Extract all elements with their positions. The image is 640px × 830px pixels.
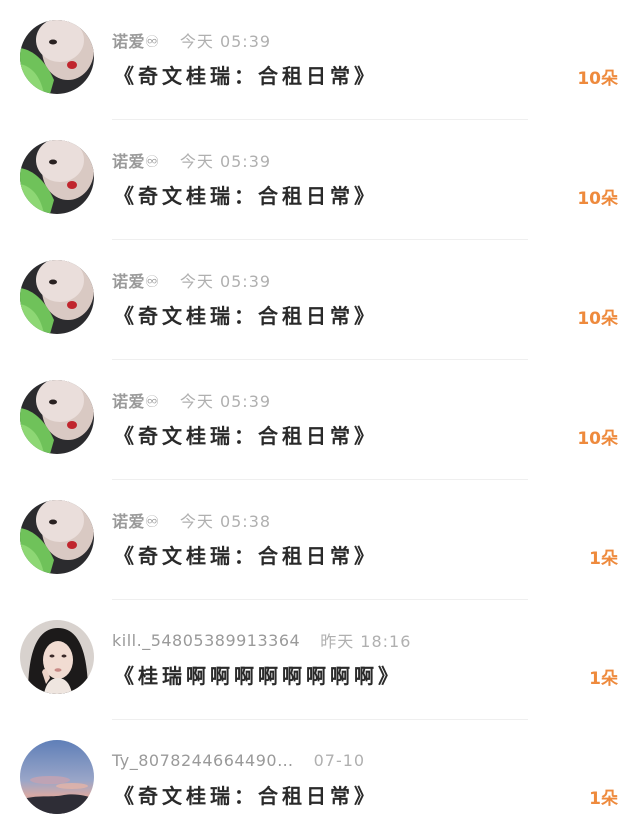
list-item[interactable]: 诺爱♾ 今天 05:38 《奇文桂瑞：合租日常》 1朵: [0, 480, 640, 600]
flower-count: 1朵: [589, 669, 618, 689]
list-item[interactable]: 诺爱♾ 今天 05:39 《奇文桂瑞：合租日常》 10朵: [0, 240, 640, 360]
dusk-sky-avatar-image: [20, 740, 94, 814]
sender-name[interactable]: Ty_8078244664490…: [112, 751, 294, 770]
gift-time: 07-10: [313, 750, 366, 770]
gift-time: 今天 05:39: [179, 272, 272, 291]
flower-count: 1朵: [589, 789, 618, 809]
sender-name[interactable]: 诺爱♾: [112, 148, 160, 172]
green-sweater-avatar-image: [20, 500, 94, 574]
list-item[interactable]: 诺爱♾ 今天 05:39 《奇文桂瑞：合租日常》 10朵: [0, 360, 640, 480]
gift-time: 昨天 18:16: [320, 632, 412, 651]
sender-meta: Ty_8078244664490… 07-10: [112, 749, 365, 771]
list-item[interactable]: 诺爱♾ 今天 05:39 《奇文桂瑞：合租日常》 10朵: [0, 0, 640, 120]
gift-record-list: 诺爱♾ 今天 05:39 《奇文桂瑞：合租日常》 10朵 诺爱♾ 今天 05:3…: [0, 0, 640, 830]
sender-meta: 诺爱♾ 今天 05:39: [112, 269, 271, 291]
green-sweater-avatar-image: [20, 140, 94, 214]
avatar[interactable]: [20, 20, 94, 94]
flower-count: 1朵: [589, 549, 618, 569]
list-item[interactable]: Ty_8078244664490… 07-10 《奇文桂瑞：合租日常》 1朵: [0, 720, 640, 830]
sender-meta: kill._54805389913364 昨天 18:16: [112, 629, 412, 652]
book-title[interactable]: 《奇文桂瑞：合租日常》: [114, 300, 378, 329]
list-item[interactable]: 诺爱♾ 今天 05:39 《奇文桂瑞：合租日常》 10朵: [0, 120, 640, 240]
gift-time: 今天 05:39: [179, 32, 272, 51]
book-title[interactable]: 《奇文桂瑞：合租日常》: [114, 180, 378, 209]
avatar[interactable]: [20, 140, 94, 214]
book-title[interactable]: 《奇文桂瑞：合租日常》: [114, 540, 378, 569]
sender-name[interactable]: kill._54805389913364: [112, 631, 300, 650]
avatar[interactable]: [20, 380, 94, 454]
sender-meta: 诺爱♾ 今天 05:39: [112, 389, 271, 411]
sender-name[interactable]: 诺爱♾: [112, 268, 160, 292]
book-title[interactable]: 《奇文桂瑞：合租日常》: [114, 420, 378, 449]
dark-hair-portrait-avatar-image: [20, 620, 94, 694]
flower-count: 10朵: [577, 189, 618, 209]
avatar[interactable]: [20, 620, 94, 694]
avatar[interactable]: [20, 740, 94, 814]
gift-time: 今天 05:38: [179, 512, 272, 531]
green-sweater-avatar-image: [20, 260, 94, 334]
gift-time: 今天 05:39: [179, 392, 272, 411]
green-sweater-avatar-image: [20, 380, 94, 454]
list-item[interactable]: kill._54805389913364 昨天 18:16 《桂瑞啊啊啊啊啊啊啊…: [0, 600, 640, 720]
sender-meta: 诺爱♾ 今天 05:39: [112, 29, 271, 51]
book-title[interactable]: 《奇文桂瑞：合租日常》: [114, 780, 378, 809]
book-title[interactable]: 《奇文桂瑞：合租日常》: [114, 60, 378, 89]
gift-time: 今天 05:39: [179, 152, 272, 171]
sender-meta: 诺爱♾ 今天 05:38: [112, 509, 271, 531]
book-title[interactable]: 《桂瑞啊啊啊啊啊啊啊啊》: [114, 660, 402, 689]
avatar[interactable]: [20, 260, 94, 334]
green-sweater-avatar-image: [20, 20, 94, 94]
sender-name[interactable]: 诺爱♾: [112, 28, 160, 52]
sender-name[interactable]: 诺爱♾: [112, 508, 160, 532]
flower-count: 10朵: [577, 429, 618, 449]
sender-meta: 诺爱♾ 今天 05:39: [112, 149, 271, 171]
sender-name[interactable]: 诺爱♾: [112, 388, 160, 412]
avatar[interactable]: [20, 500, 94, 574]
flower-count: 10朵: [577, 309, 618, 329]
flower-count: 10朵: [577, 69, 618, 89]
